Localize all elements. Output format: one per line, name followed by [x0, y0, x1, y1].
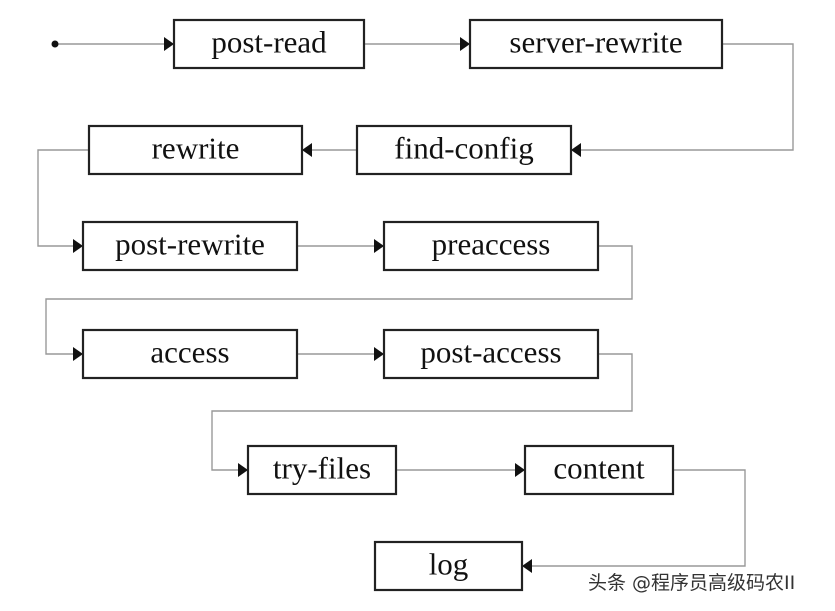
- node-label-post-access: post-access: [420, 335, 561, 370]
- arrowhead-icon: [515, 463, 525, 477]
- node-label-try-files: try-files: [273, 451, 371, 486]
- arrowhead-icon: [460, 37, 470, 51]
- node-label-log: log: [429, 547, 469, 582]
- node-label-find-config: find-config: [394, 131, 533, 166]
- watermark: 头条 @程序员高级码农II: [588, 572, 796, 594]
- arrowhead-icon: [238, 463, 248, 477]
- edge-rewrite-to-post-rewrite: [37, 149, 89, 247]
- arrowhead-icon: [374, 347, 384, 361]
- node-label-post-rewrite: post-rewrite: [115, 227, 265, 262]
- node-label-post-read: post-read: [211, 25, 327, 60]
- node-label-content: content: [553, 451, 645, 486]
- start-dot-icon: [51, 40, 59, 48]
- node-label-preaccess: preaccess: [432, 227, 551, 262]
- node-label-access: access: [150, 335, 229, 370]
- arrowhead-icon: [73, 347, 83, 361]
- nginx-phase-diagram: post-read server-rewrite find-config rewrit…: [37, 18, 794, 592]
- arrowhead-icon: [73, 239, 83, 253]
- node-label-server-rewrite: server-rewrite: [509, 25, 682, 60]
- arrowhead-icon: [302, 143, 312, 157]
- arrowhead-icon: [374, 239, 384, 253]
- arrowhead-icon: [522, 559, 532, 573]
- arrowhead-icon: [164, 37, 174, 51]
- node-label-rewrite: rewrite: [152, 131, 240, 166]
- arrowhead-icon: [571, 143, 581, 157]
